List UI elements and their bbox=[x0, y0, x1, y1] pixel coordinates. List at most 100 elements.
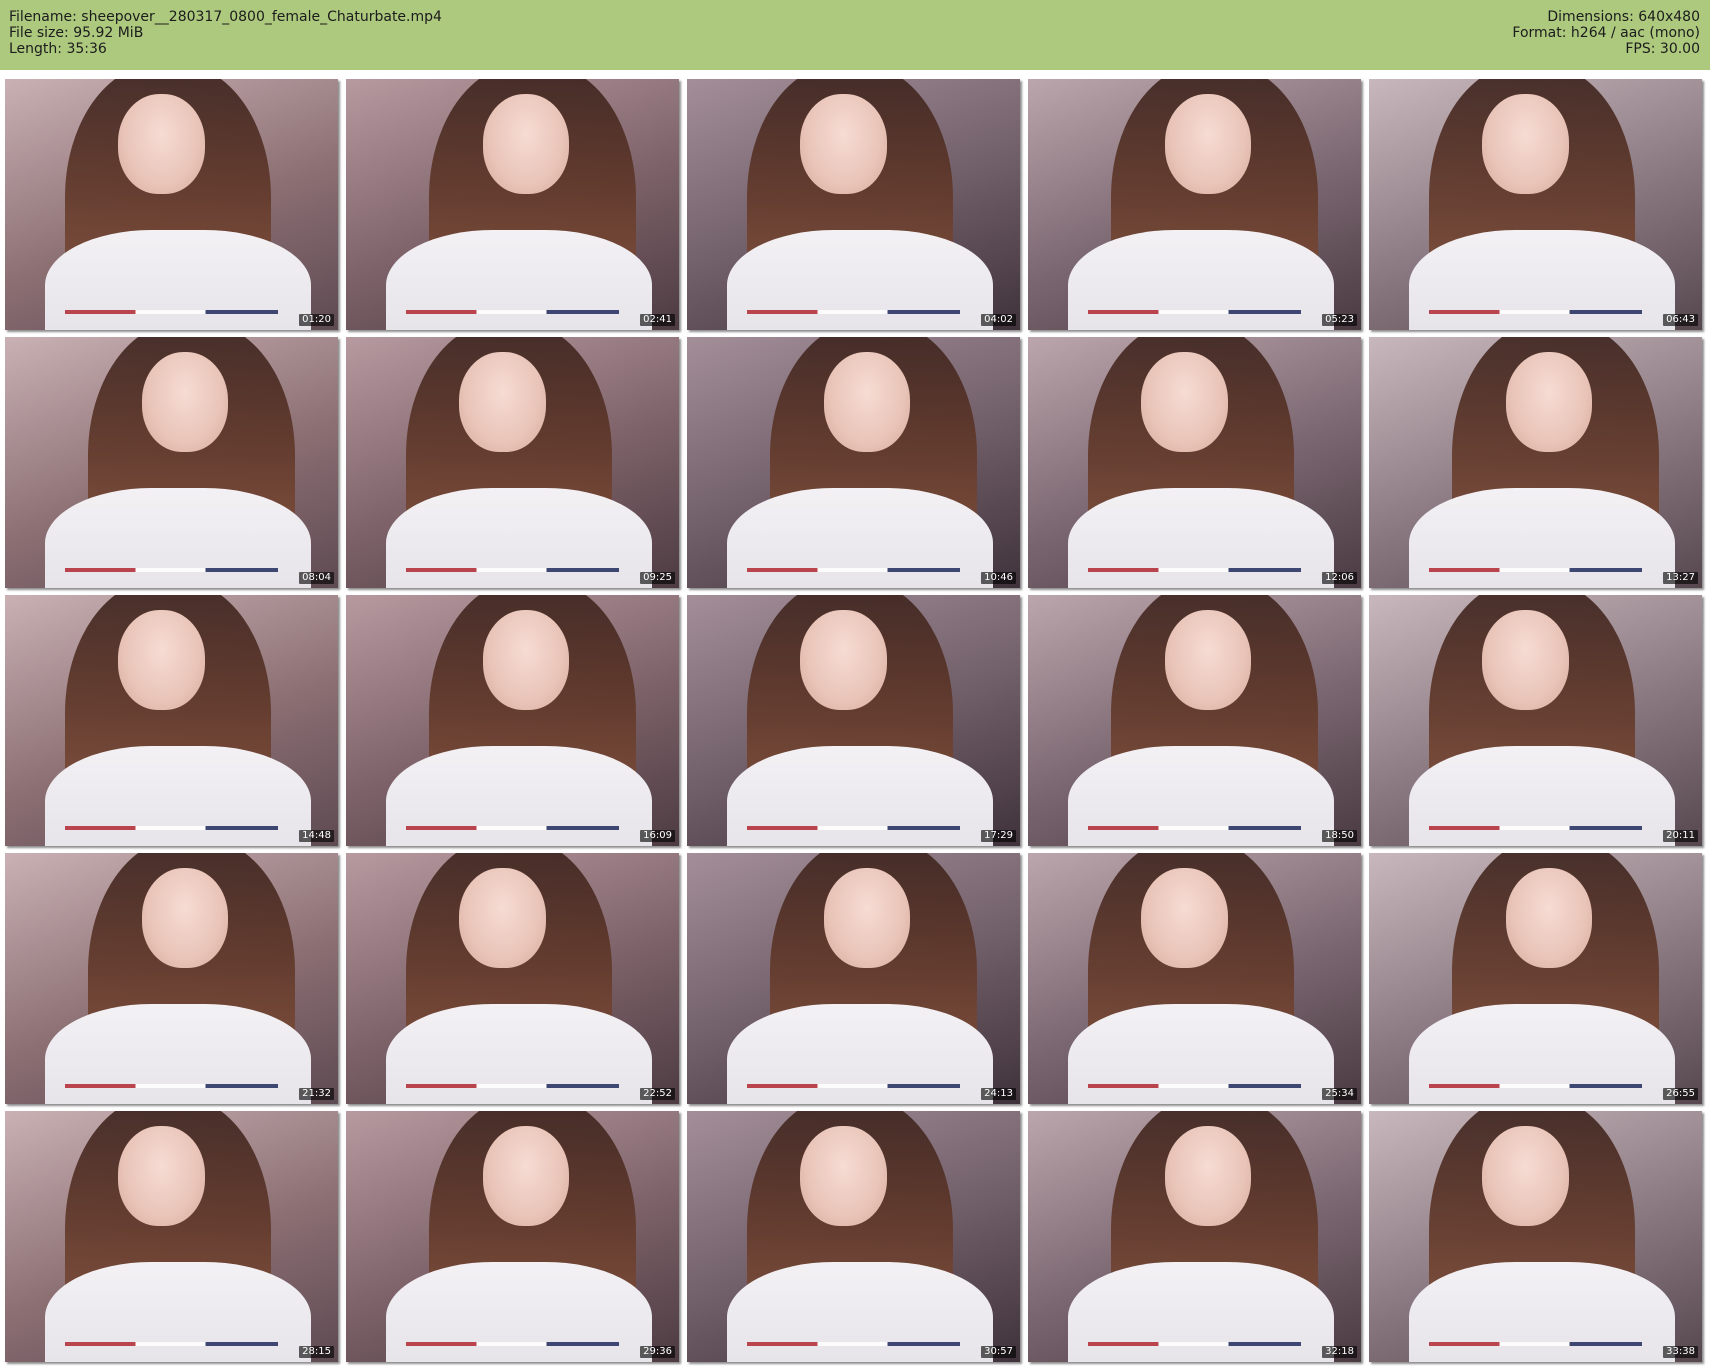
person-face-shape bbox=[482, 94, 570, 195]
sweater-shape bbox=[1067, 1003, 1335, 1104]
video-thumbnail[interactable]: 04:02 bbox=[687, 79, 1020, 330]
timestamp-label: 12:06 bbox=[1322, 572, 1357, 584]
video-thumbnail[interactable]: 30:57 bbox=[687, 1111, 1020, 1362]
person-face-shape bbox=[823, 868, 911, 969]
sweater-stripe bbox=[64, 567, 279, 572]
timestamp-label: 16:09 bbox=[640, 830, 675, 842]
sweater-stripe bbox=[1087, 825, 1302, 830]
video-thumbnail[interactable]: 14:48 bbox=[5, 595, 338, 846]
sweater-shape bbox=[1067, 1261, 1335, 1362]
video-thumbnail[interactable]: 24:13 bbox=[687, 853, 1020, 1104]
video-thumbnail[interactable]: 16:09 bbox=[346, 595, 679, 846]
sweater-stripe bbox=[405, 1341, 620, 1346]
sweater-stripe bbox=[1428, 309, 1643, 314]
sweater-shape bbox=[385, 745, 653, 846]
timestamp-label: 01:20 bbox=[299, 314, 334, 326]
video-thumbnail[interactable]: 26:55 bbox=[1369, 853, 1702, 1104]
sweater-shape bbox=[44, 487, 312, 588]
timestamp-label: 33:38 bbox=[1663, 1346, 1698, 1358]
fps-text: FPS: 30.00 bbox=[1625, 41, 1700, 57]
sweater-shape bbox=[1408, 1261, 1676, 1362]
video-thumbnail[interactable]: 32:18 bbox=[1028, 1111, 1361, 1362]
sweater-stripe bbox=[64, 1341, 279, 1346]
timestamp-label: 22:52 bbox=[640, 1088, 675, 1100]
format-text: Format: h264 / aac (mono) bbox=[1512, 25, 1700, 41]
person-face-shape bbox=[1141, 352, 1228, 453]
sweater-stripe bbox=[746, 1083, 961, 1088]
person-face-shape bbox=[1164, 94, 1252, 195]
person-face-shape bbox=[823, 352, 911, 453]
video-thumbnail[interactable]: 09:25 bbox=[346, 337, 679, 588]
video-thumbnail[interactable]: 20:11 bbox=[1369, 595, 1702, 846]
timestamp-label: 02:41 bbox=[640, 314, 675, 326]
sweater-shape bbox=[1067, 745, 1335, 846]
sweater-stripe bbox=[1428, 825, 1643, 830]
person-face-shape bbox=[118, 94, 205, 195]
sweater-stripe bbox=[1087, 309, 1302, 314]
sweater-shape bbox=[726, 1003, 994, 1104]
video-thumbnail[interactable]: 06:43 bbox=[1369, 79, 1702, 330]
timestamp-label: 28:15 bbox=[299, 1346, 334, 1358]
sweater-shape bbox=[44, 745, 312, 846]
file-info-left: Filename: sheepover__280317_0800_female_… bbox=[9, 9, 442, 57]
sweater-stripe bbox=[746, 309, 961, 314]
person-face-shape bbox=[459, 352, 546, 453]
timestamp-label: 18:50 bbox=[1322, 830, 1357, 842]
sweater-shape bbox=[1067, 487, 1335, 588]
sweater-shape bbox=[726, 487, 994, 588]
sweater-shape bbox=[44, 1261, 312, 1362]
video-thumbnail[interactable]: 25:34 bbox=[1028, 853, 1361, 1104]
timestamp-label: 24:13 bbox=[981, 1088, 1016, 1100]
timestamp-label: 04:02 bbox=[981, 314, 1016, 326]
video-thumbnail[interactable]: 21:32 bbox=[5, 853, 338, 1104]
video-thumbnail[interactable]: 10:46 bbox=[687, 337, 1020, 588]
sweater-stripe bbox=[746, 567, 961, 572]
video-thumbnail[interactable]: 12:06 bbox=[1028, 337, 1361, 588]
person-face-shape bbox=[1482, 1126, 1569, 1227]
video-thumbnail[interactable]: 18:50 bbox=[1028, 595, 1361, 846]
sweater-shape bbox=[385, 1003, 653, 1104]
person-face-shape bbox=[1164, 610, 1252, 711]
video-thumbnail[interactable]: 08:04 bbox=[5, 337, 338, 588]
filename-text: Filename: sheepover__280317_0800_female_… bbox=[9, 9, 442, 25]
sweater-stripe bbox=[64, 1083, 279, 1088]
person-face-shape bbox=[1164, 1126, 1252, 1227]
video-thumbnail[interactable]: 29:36 bbox=[346, 1111, 679, 1362]
person-face-shape bbox=[800, 1126, 887, 1227]
sweater-stripe bbox=[1428, 567, 1643, 572]
video-thumbnail[interactable]: 17:29 bbox=[687, 595, 1020, 846]
sweater-stripe bbox=[405, 567, 620, 572]
sweater-stripe bbox=[64, 309, 279, 314]
sweater-shape bbox=[385, 229, 653, 330]
timestamp-label: 30:57 bbox=[981, 1346, 1016, 1358]
sweater-stripe bbox=[405, 1083, 620, 1088]
timestamp-label: 14:48 bbox=[299, 830, 334, 842]
person-face-shape bbox=[1482, 610, 1569, 711]
timestamp-label: 10:46 bbox=[981, 572, 1016, 584]
video-thumbnail[interactable]: 02:41 bbox=[346, 79, 679, 330]
timestamp-label: 05:23 bbox=[1322, 314, 1357, 326]
sweater-shape bbox=[1408, 1003, 1676, 1104]
sweater-shape bbox=[44, 229, 312, 330]
person-face-shape bbox=[1505, 352, 1593, 453]
person-face-shape bbox=[1482, 94, 1569, 195]
video-thumbnail[interactable]: 33:38 bbox=[1369, 1111, 1702, 1362]
video-thumbnail[interactable]: 05:23 bbox=[1028, 79, 1361, 330]
sweater-shape bbox=[1067, 229, 1335, 330]
video-thumbnail[interactable]: 01:20 bbox=[5, 79, 338, 330]
video-thumbnail[interactable]: 13:27 bbox=[1369, 337, 1702, 588]
timestamp-label: 08:04 bbox=[299, 572, 334, 584]
sweater-stripe bbox=[64, 825, 279, 830]
video-thumbnail[interactable]: 22:52 bbox=[346, 853, 679, 1104]
timestamp-label: 29:36 bbox=[640, 1346, 675, 1358]
sweater-stripe bbox=[1428, 1083, 1643, 1088]
sweater-shape bbox=[1408, 229, 1676, 330]
sweater-shape bbox=[1408, 487, 1676, 588]
sweater-shape bbox=[385, 487, 653, 588]
person-face-shape bbox=[118, 610, 205, 711]
video-thumbnail[interactable]: 28:15 bbox=[5, 1111, 338, 1362]
person-face-shape bbox=[1505, 868, 1593, 969]
sweater-shape bbox=[726, 229, 994, 330]
length-text: Length: 35:36 bbox=[9, 41, 107, 57]
timestamp-label: 06:43 bbox=[1663, 314, 1698, 326]
